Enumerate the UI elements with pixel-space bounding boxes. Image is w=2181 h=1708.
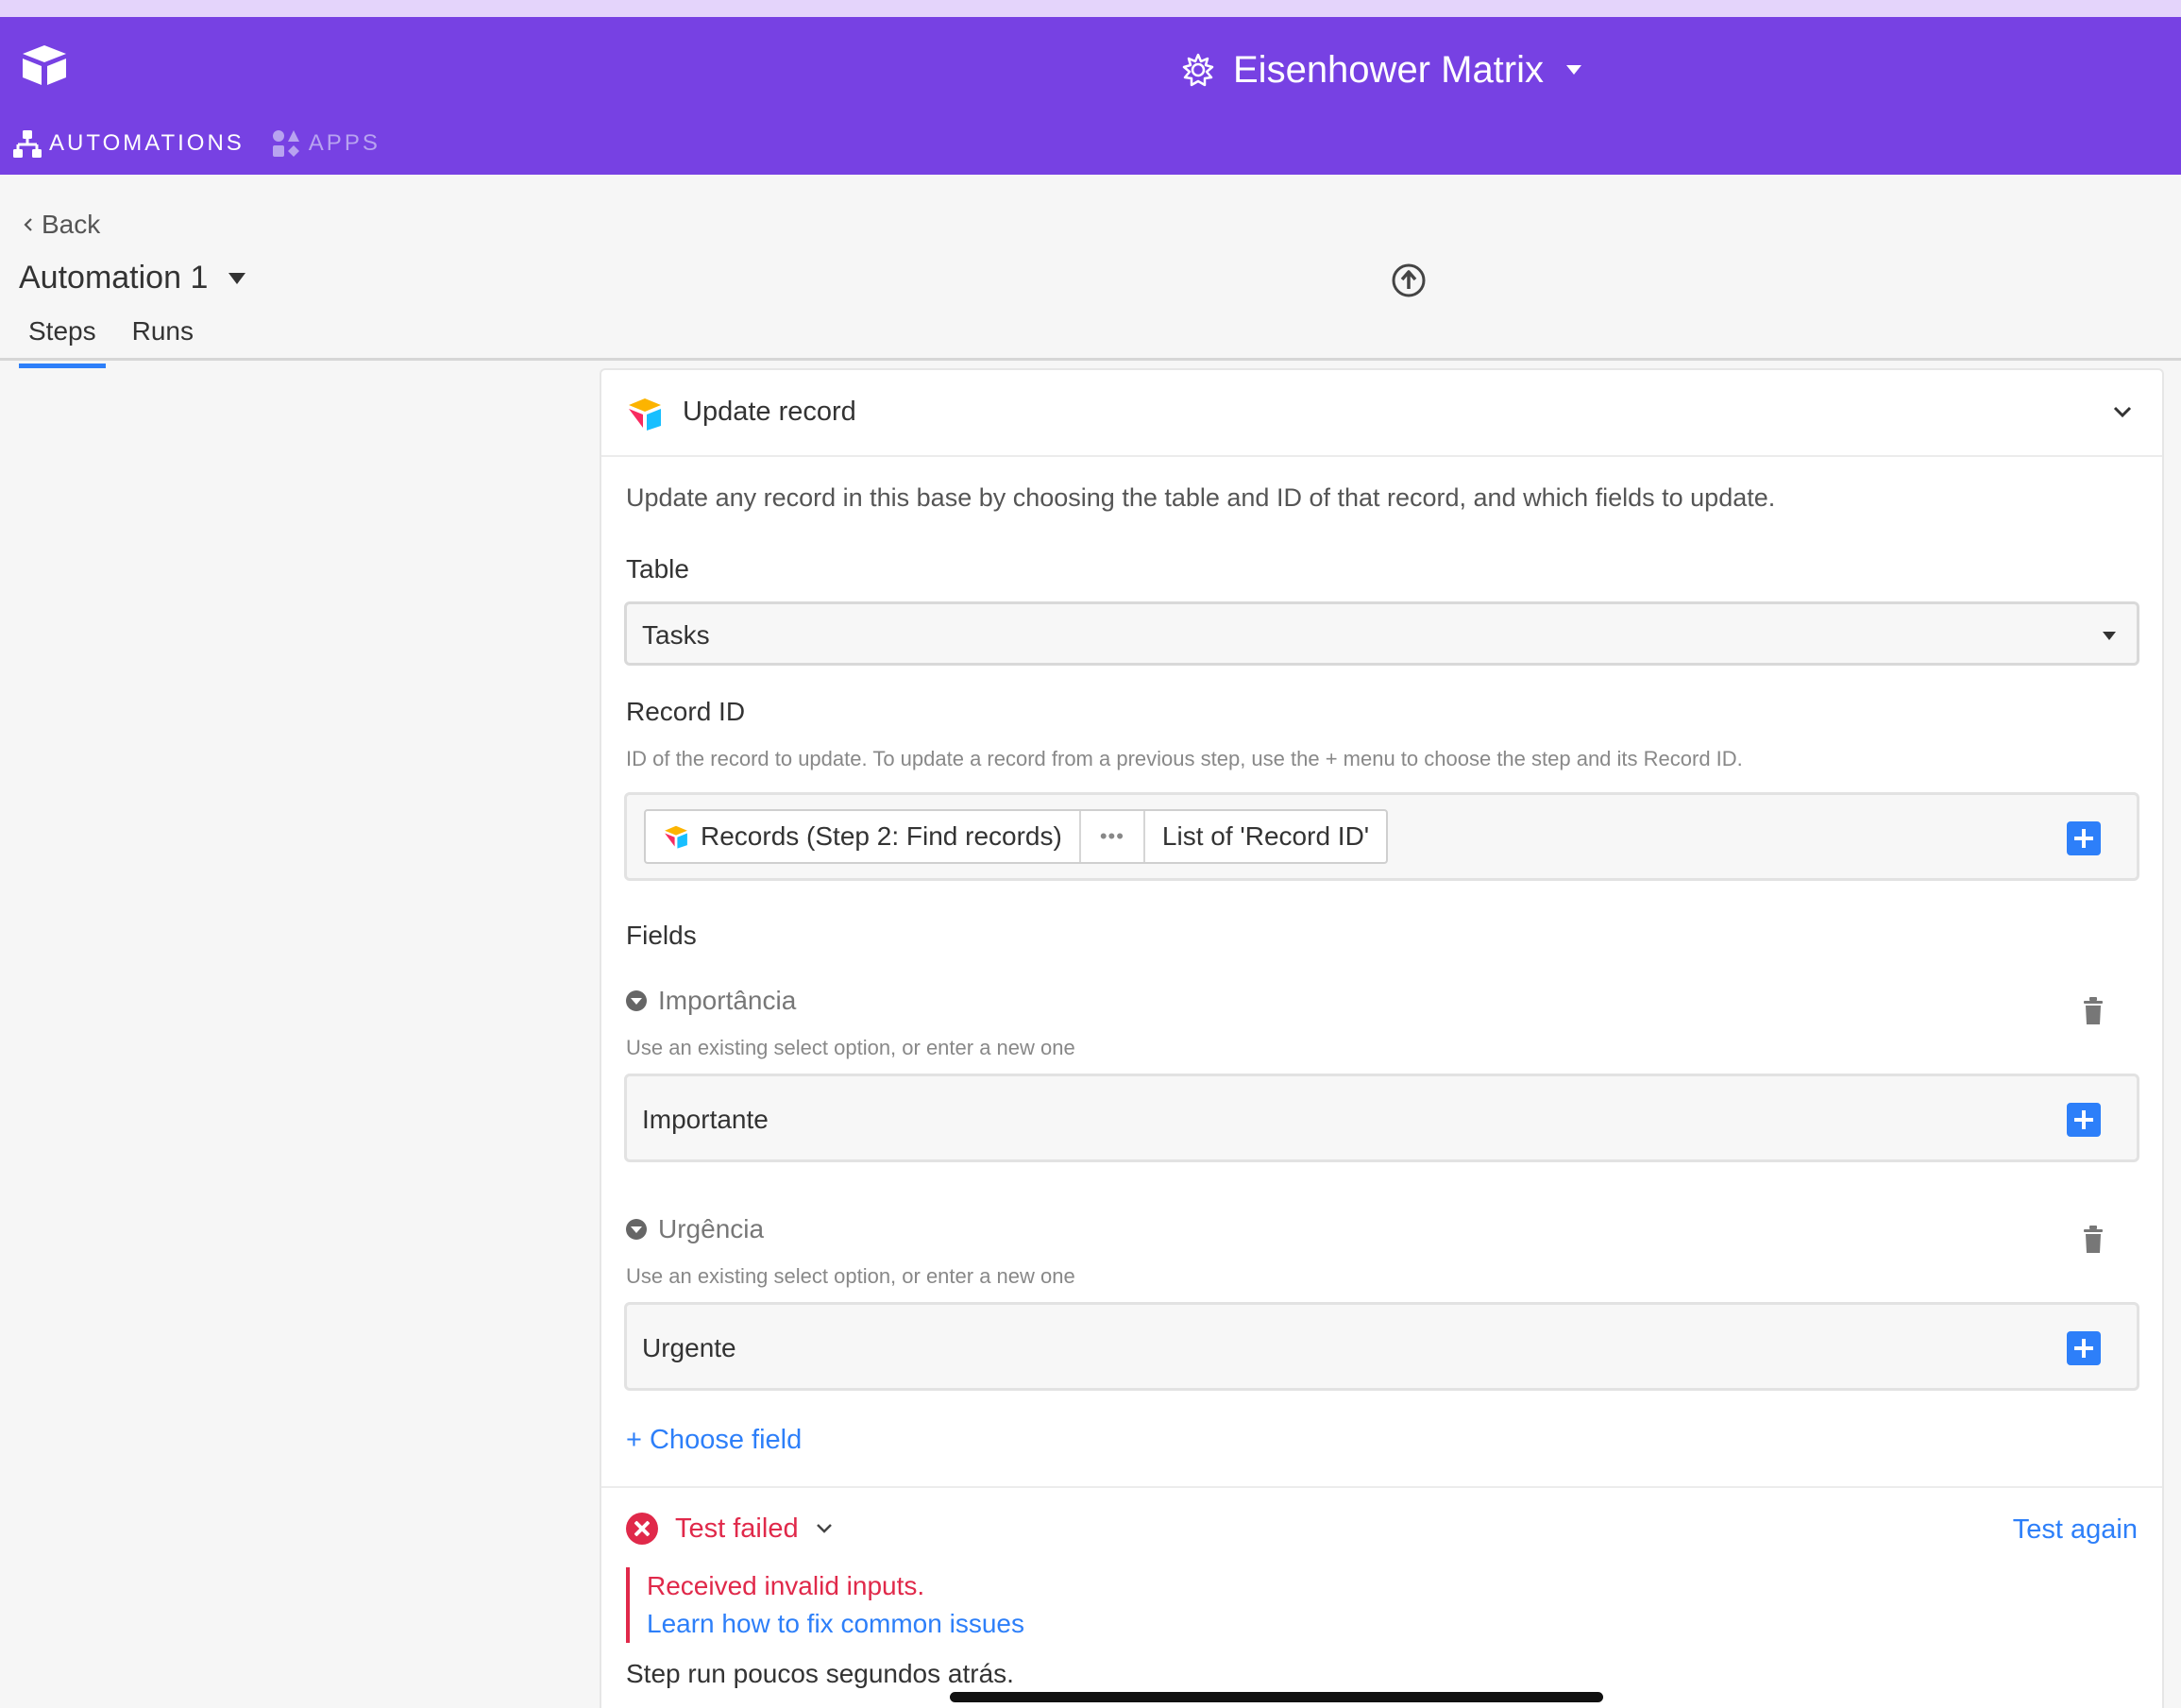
automations-icon [13, 130, 42, 158]
field-urgencia-label: Urgência [626, 1214, 764, 1244]
step-header[interactable]: Update record [601, 370, 2162, 457]
fields-label: Fields [626, 921, 697, 950]
record-id-token[interactable]: Records (Step 2: Find records) ••• List … [644, 809, 1389, 864]
base-title[interactable]: Eisenhower Matrix [1180, 40, 1582, 100]
token-value: List of 'Record ID' [1142, 811, 1386, 862]
error-icon [626, 1513, 658, 1545]
apps-icon [272, 130, 299, 157]
nav-tabs: AUTOMATIONS APPS [13, 128, 380, 159]
select-caret-icon [2103, 632, 2116, 640]
table-label: Table [626, 554, 689, 583]
chevron-down-icon[interactable] [2109, 398, 2136, 425]
token-more-icon[interactable]: ••• [1078, 811, 1143, 862]
step-description: Update any record in this base by choosi… [626, 483, 1776, 512]
single-select-icon [626, 990, 647, 1011]
test-status[interactable]: Test failed [626, 1513, 833, 1545]
table-select[interactable]: Tasks [624, 601, 2139, 666]
app-header: Eisenhower Matrix AUTOMATIONS APPS [0, 17, 2181, 175]
single-select-icon [626, 1219, 647, 1240]
field-help: Use an existing select option, or enter … [626, 1036, 1075, 1059]
automation-name-text: Automation 1 [19, 260, 209, 296]
record-id-input[interactable]: Records (Step 2: Find records) ••• List … [624, 792, 2139, 881]
divider [601, 1486, 2162, 1488]
error-message: Received invalid inputs. Learn how to fi… [626, 1567, 1024, 1643]
test-status-label: Test failed [675, 1513, 799, 1544]
chevron-left-icon [24, 218, 32, 231]
airtable-step-icon [665, 825, 687, 849]
nav-automations[interactable]: AUTOMATIONS [13, 128, 245, 159]
trash-icon[interactable] [2083, 1226, 2104, 1254]
tab-divider [0, 358, 2181, 361]
back-label: Back [42, 210, 101, 239]
nav-apps-label: APPS [308, 130, 380, 156]
chevron-down-icon [1566, 65, 1582, 75]
field-importancia-input[interactable]: Importante [624, 1074, 2139, 1162]
field-value: Urgente [642, 1333, 736, 1362]
airtable-logo-icon[interactable] [19, 42, 70, 89]
choose-field-link[interactable]: + Choose field [626, 1425, 802, 1456]
base-name: Eisenhower Matrix [1233, 48, 1545, 91]
airtable-step-icon [629, 398, 661, 431]
field-name: Urgência [658, 1214, 765, 1243]
status-strip [0, 0, 2181, 17]
home-indicator[interactable] [950, 1692, 1603, 1702]
test-again-button[interactable]: Test again [2013, 1514, 2138, 1546]
insert-token-button[interactable] [2067, 1103, 2101, 1137]
field-name: Importância [658, 986, 797, 1015]
token-source: Records (Step 2: Find records) [646, 811, 1079, 862]
caret-down-icon [228, 272, 246, 284]
error-text: Received invalid inputs. [647, 1571, 925, 1600]
nav-automations-label: AUTOMATIONS [49, 130, 245, 156]
run-timestamp: Step run poucos segundos atrás. [626, 1659, 1014, 1688]
insert-token-button[interactable] [2067, 1331, 2101, 1365]
upload-icon[interactable] [1391, 262, 1427, 298]
token-source-label: Records (Step 2: Find records) [701, 821, 1062, 851]
table-select-value: Tasks [642, 620, 710, 650]
trash-icon[interactable] [2083, 997, 2104, 1025]
base-icon [1182, 53, 1214, 87]
insert-token-button[interactable] [2067, 821, 2101, 855]
chevron-down-icon [816, 1524, 832, 1533]
field-value: Importante [642, 1105, 769, 1134]
nav-apps[interactable]: APPS [271, 128, 380, 159]
back-link[interactable]: Back [23, 210, 100, 240]
field-help: Use an existing select option, or enter … [626, 1264, 1075, 1288]
help-link[interactable]: Learn how to fix common issues [647, 1605, 1024, 1643]
field-importancia-label: Importância [626, 986, 796, 1016]
field-urgencia-input[interactable]: Urgente [624, 1302, 2139, 1391]
record-id-label: Record ID [626, 697, 746, 726]
automation-name[interactable]: Automation 1 [19, 260, 246, 296]
record-id-help: ID of the record to update. To update a … [626, 747, 1743, 770]
step-title: Update record [683, 397, 856, 427]
step-card: Update record Update any record in this … [600, 368, 2164, 1708]
